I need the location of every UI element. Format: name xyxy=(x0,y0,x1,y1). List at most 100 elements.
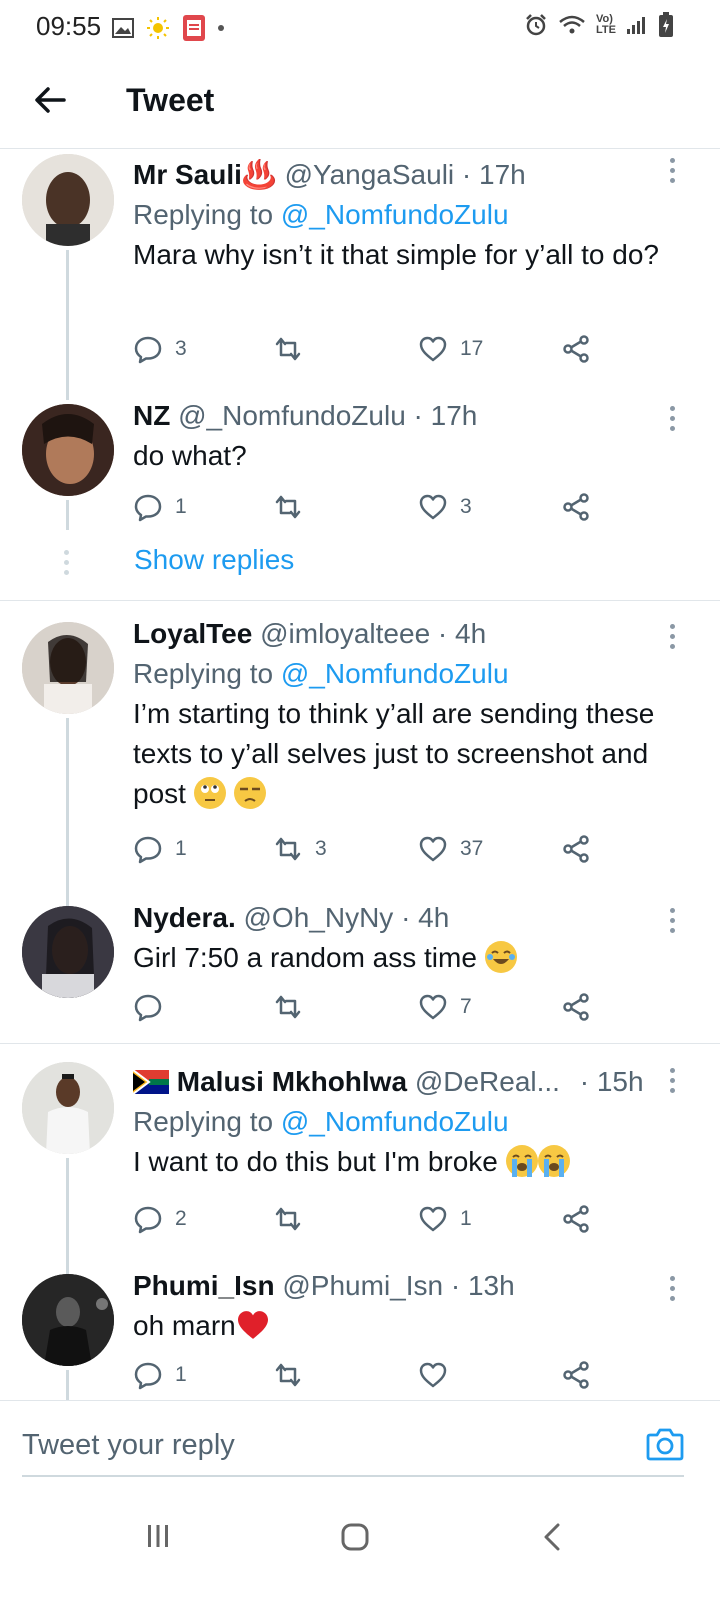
reply-button[interactable]: 3 xyxy=(133,332,187,366)
recent-apps-icon[interactable] xyxy=(144,1522,172,1550)
share-button[interactable] xyxy=(561,490,591,524)
reply-button[interactable]: 1 xyxy=(133,832,187,866)
user-name[interactable]: Nydera. xyxy=(133,902,236,933)
back-arrow-icon[interactable] xyxy=(30,80,70,120)
red-heart-emoji xyxy=(237,1311,268,1339)
user-handle-time: @Phumi_Isn · 13h xyxy=(282,1270,515,1301)
retweet-icon xyxy=(275,837,301,861)
avatar[interactable] xyxy=(22,906,114,998)
user-handle: @DeReal... xyxy=(414,1066,560,1097)
face-with-tears-of-joy-emoji xyxy=(484,941,517,973)
home-icon[interactable] xyxy=(340,1522,370,1552)
thread-line xyxy=(66,500,69,530)
user-handle-time: @imloyalteee · 4h xyxy=(260,618,487,649)
gallery-icon xyxy=(112,18,134,38)
reply-icon xyxy=(134,1206,162,1234)
show-replies-link[interactable]: Show replies xyxy=(134,544,294,576)
more-options-icon[interactable] xyxy=(670,406,676,436)
thread-continuation-dots xyxy=(64,550,70,580)
volte-bottom: LTE xyxy=(596,24,616,36)
reply-count: 3 xyxy=(175,337,187,360)
tweet-nz[interactable]: NZ @_NomfundoZulu · 17h do what? 1 3 Sho… xyxy=(0,392,720,602)
retweet-button[interactable] xyxy=(273,332,315,366)
tweet-text: oh marn xyxy=(133,1306,670,1346)
thread-line xyxy=(66,718,69,908)
user-name[interactable]: Malusi Mkhohlwa xyxy=(177,1066,407,1097)
share-button[interactable] xyxy=(561,832,591,866)
more-options-icon[interactable] xyxy=(670,1068,676,1098)
retweet-button[interactable]: 3 xyxy=(273,832,327,866)
system-navigation-bar xyxy=(0,1482,720,1600)
user-name[interactable]: LoyalTee xyxy=(133,618,252,649)
like-button[interactable]: 37 xyxy=(418,832,483,866)
like-count: 37 xyxy=(460,837,484,860)
reply-button[interactable]: 2 xyxy=(133,1202,187,1236)
replying-to: Replying to @_NomfundoZulu xyxy=(133,199,670,231)
tweet-nydera[interactable]: Nydera. @Oh_NyNy · 4h Girl 7:50 a random… xyxy=(0,894,720,1042)
like-button[interactable]: 3 xyxy=(418,490,472,524)
retweet-button[interactable] xyxy=(273,1202,315,1236)
like-button[interactable]: 1 xyxy=(418,1202,472,1236)
avatar[interactable] xyxy=(22,622,114,714)
tweet-text: Mara why isn’t it that simple for y’all … xyxy=(133,239,659,270)
avatar[interactable] xyxy=(22,1062,114,1154)
share-icon xyxy=(563,1205,589,1233)
more-options-icon[interactable] xyxy=(670,624,676,654)
tweet-mr-sauli[interactable]: Mr Sauli♨️ @YangaSauli · 17h Replying to… xyxy=(0,150,720,400)
status-time: 09:55 xyxy=(36,11,102,41)
user-name[interactable]: Phumi_Isn xyxy=(133,1270,275,1301)
retweet-icon xyxy=(275,1207,301,1231)
like-button[interactable]: 17 xyxy=(418,332,483,366)
tweet-malusi[interactable]: Malusi Mkhohlwa @DeReal... · 15h Replyin… xyxy=(0,1058,720,1298)
divider xyxy=(0,600,720,601)
loudly-crying-face-emoji xyxy=(537,1145,570,1177)
reply-button[interactable]: 1 xyxy=(133,1358,187,1392)
more-options-icon[interactable] xyxy=(670,908,676,938)
retweet-button[interactable] xyxy=(273,490,315,524)
share-button[interactable] xyxy=(561,1358,591,1392)
share-button[interactable] xyxy=(561,332,591,366)
user-name[interactable]: NZ xyxy=(133,400,170,431)
camera-icon[interactable] xyxy=(646,1427,684,1461)
reply-icon xyxy=(134,494,162,522)
user-name[interactable]: Mr Sauli♨️ xyxy=(133,159,277,190)
replying-to-link[interactable]: @_NomfundoZulu xyxy=(281,658,509,689)
heart-icon xyxy=(419,336,447,362)
retweet-button[interactable] xyxy=(273,1358,315,1392)
tweet-text: I’m starting to think y’all are sending … xyxy=(133,694,670,814)
reply-count: 2 xyxy=(175,1207,187,1230)
tweet-text: I want to do this but I'm broke xyxy=(133,1142,670,1182)
back-icon[interactable] xyxy=(540,1522,564,1552)
loudly-crying-face-emoji xyxy=(505,1145,538,1177)
share-button[interactable] xyxy=(561,990,591,1024)
user-handle-time: @_NomfundoZulu · 17h xyxy=(178,400,478,431)
reply-count: 1 xyxy=(175,1363,187,1386)
avatar[interactable] xyxy=(22,154,114,246)
tweet-loyaltee[interactable]: LoyalTee @imloyalteee · 4h Replying to @… xyxy=(0,610,720,908)
tweet-reply-input[interactable]: Tweet your reply xyxy=(22,1429,235,1462)
like-button[interactable] xyxy=(418,1358,460,1392)
reply-button[interactable] xyxy=(133,990,175,1024)
like-button[interactable]: 7 xyxy=(418,990,472,1024)
alarm-icon xyxy=(526,14,546,36)
share-icon xyxy=(563,993,589,1021)
replying-to-link[interactable]: @_NomfundoZulu xyxy=(281,199,509,230)
share-icon xyxy=(563,493,589,521)
more-options-icon[interactable] xyxy=(670,158,676,188)
retweet-button[interactable] xyxy=(273,990,315,1024)
heart-icon xyxy=(419,494,447,520)
retweet-icon xyxy=(275,1363,301,1387)
tweet-actions: 1 3 xyxy=(133,490,603,524)
share-button[interactable] xyxy=(561,1202,591,1236)
avatar[interactable] xyxy=(22,1274,114,1366)
avatar[interactable] xyxy=(22,404,114,496)
wifi-icon xyxy=(559,15,585,34)
tweet-phumi[interactable]: Phumi_Isn @Phumi_Isn · 13h oh marn 1 xyxy=(0,1262,720,1400)
tweet-actions: 7 xyxy=(133,990,603,1024)
share-icon xyxy=(563,335,589,363)
reply-icon xyxy=(134,994,162,1022)
more-options-icon[interactable] xyxy=(670,1276,676,1306)
replying-to-link[interactable]: @_NomfundoZulu xyxy=(281,1106,509,1137)
reply-button[interactable]: 1 xyxy=(133,490,187,524)
pdf-icon xyxy=(183,15,205,41)
